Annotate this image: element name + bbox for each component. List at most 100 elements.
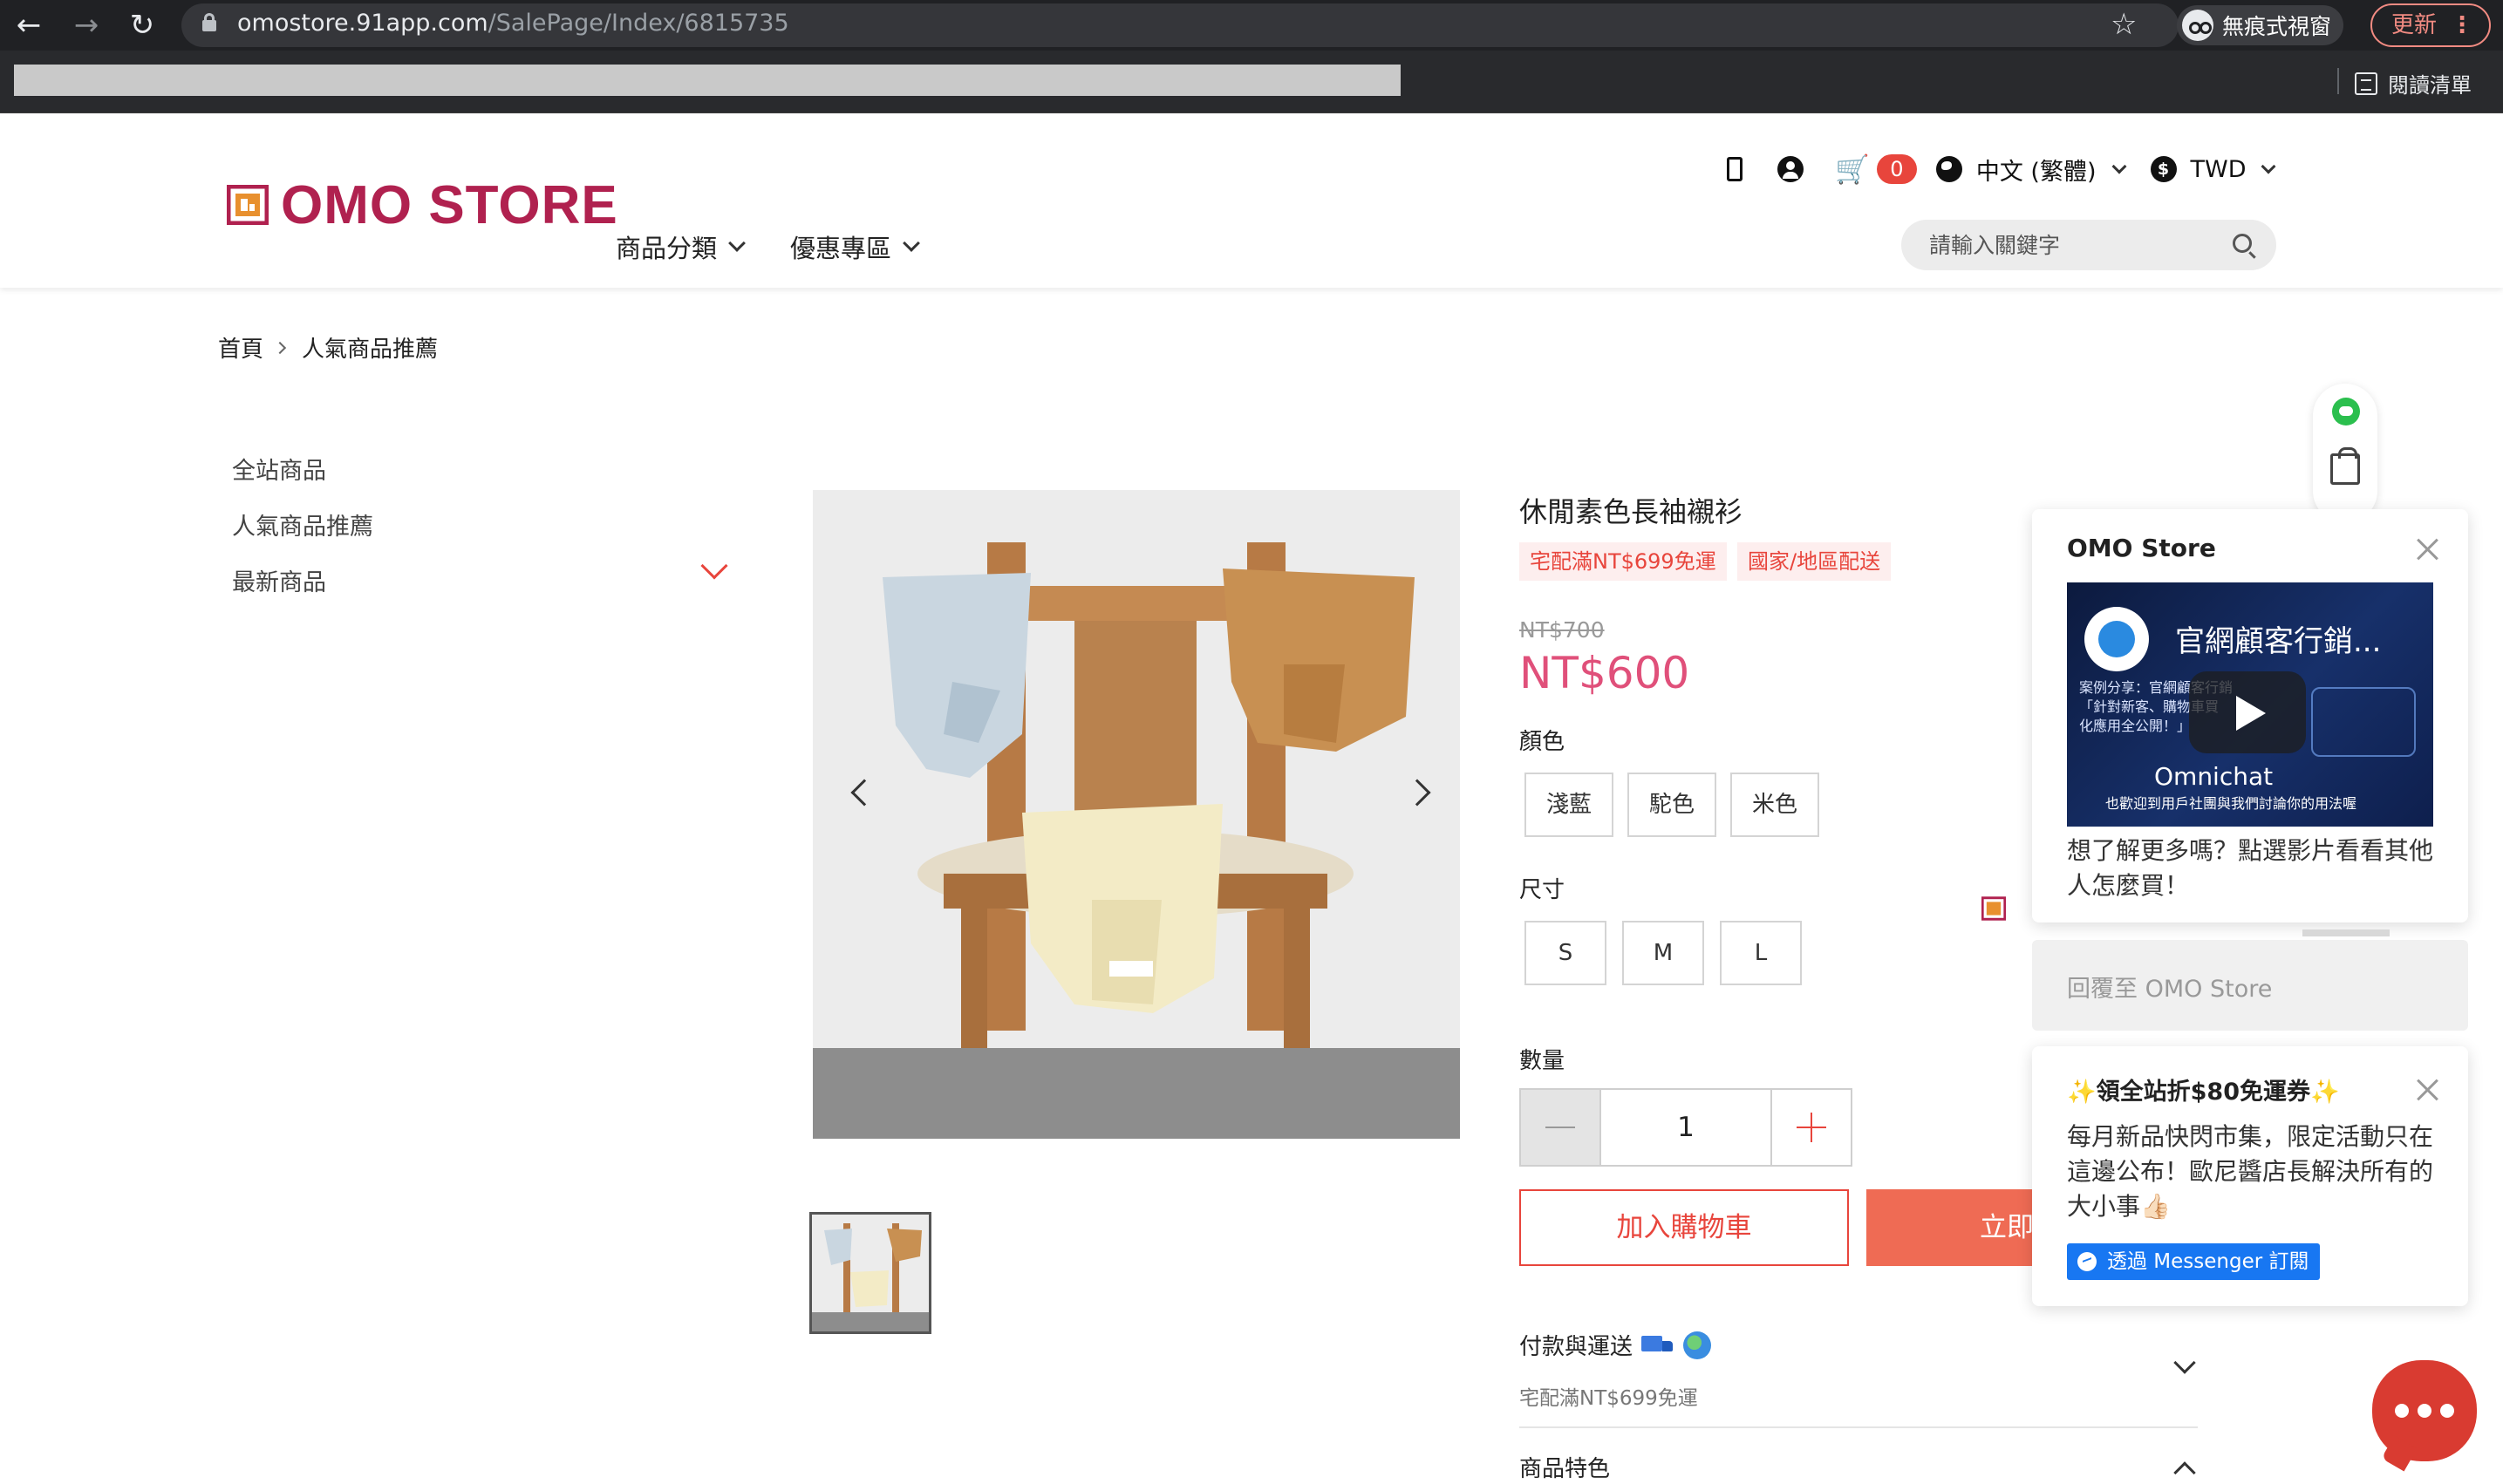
divider xyxy=(2302,929,2390,936)
incognito-label: 無痕式視窗 xyxy=(2222,14,2332,39)
product-main-image[interactable] xyxy=(813,490,1460,1139)
sidebar-item-popular[interactable]: 人氣商品推薦 xyxy=(232,507,373,541)
breadcrumb: 首頁 人氣商品推薦 xyxy=(218,331,438,364)
size-label: 尺寸 xyxy=(1519,877,1565,903)
incognito-icon xyxy=(2182,10,2213,41)
sale-price: NT$600 xyxy=(1519,648,1690,698)
divider xyxy=(2337,68,2339,94)
incognito-indicator[interactable]: 無痕式視窗 xyxy=(2177,5,2344,45)
chevron-right-icon xyxy=(273,341,287,354)
promo-title: ✨領全站折$80免運券✨ xyxy=(2067,1079,2340,1106)
store-logo-icon[interactable] xyxy=(227,185,269,225)
url-text[interactable]: omostore.91app.com/SalePage/Index/681573… xyxy=(237,8,789,39)
quantity-value[interactable]: 1 xyxy=(1599,1090,1772,1165)
chat-sender-name: OMO Store xyxy=(2067,534,2216,562)
mobile-icon[interactable] xyxy=(1727,157,1743,181)
features-title: 商品特色 xyxy=(1519,1456,1611,1482)
chevron-down-icon[interactable] xyxy=(700,552,728,580)
chevron-up-icon[interactable] xyxy=(2173,1461,2196,1484)
close-icon[interactable] xyxy=(2416,537,2438,560)
divider xyxy=(1519,1426,2198,1428)
nav-promotions-label: 優惠專區 xyxy=(790,234,892,263)
search-box xyxy=(1901,220,2276,270)
size-option-m[interactable]: M xyxy=(1622,921,1704,985)
chevron-down-icon xyxy=(903,235,920,252)
dot xyxy=(2440,1404,2454,1418)
breadcrumb-current[interactable]: 人氣商品推薦 xyxy=(302,331,438,364)
language-selector[interactable]: 中文 (繁體) xyxy=(1976,153,2097,187)
video-brand: Omnichat xyxy=(2154,762,2274,791)
store-logo-text[interactable]: OMO STORE xyxy=(281,171,618,241)
bookmark-placeholder xyxy=(14,65,1401,96)
chevron-down-icon[interactable] xyxy=(2111,159,2126,174)
chat-widget-logo-icon[interactable] xyxy=(1981,896,2006,921)
product-thumbnail[interactable] xyxy=(809,1212,931,1334)
sidebar-item-all[interactable]: 全站商品 xyxy=(232,452,326,486)
video-title: 官網顧客行銷... xyxy=(2175,624,2382,659)
currency-icon: $ xyxy=(2150,156,2177,182)
forward-icon[interactable]: → xyxy=(68,7,105,44)
product-photo xyxy=(813,490,1460,1139)
sidebar-item-new[interactable]: 最新商品 xyxy=(232,563,326,597)
region-shipping-tag[interactable]: 國家/地區配送 xyxy=(1737,542,1892,581)
nav-promotions[interactable]: 優惠專區 xyxy=(790,228,920,265)
reading-list-label: 閱讀清單 xyxy=(2388,73,2472,98)
quantity-decrease-button[interactable] xyxy=(1521,1090,1599,1165)
quantity-increase-button[interactable] xyxy=(1772,1090,1851,1165)
back-icon[interactable]: ← xyxy=(10,7,47,44)
header-utility-icons: 🛒 0 中文 (繁體) $ TWD xyxy=(1727,150,2300,188)
payment-shipping-title: 付款與運送 xyxy=(1519,1334,1633,1360)
quantity-label: 數量 xyxy=(1519,1048,1565,1074)
globe-icon[interactable] xyxy=(1935,156,1962,182)
add-to-cart-button[interactable]: 加入購物車 xyxy=(1519,1189,1849,1266)
chat-message: 想了解更多嗎？點選影片看看其他人怎麼買！ xyxy=(2067,836,2434,900)
messenger-subscribe-button[interactable]: 透過 Messenger 訂閱 xyxy=(2067,1243,2320,1280)
color-option-camel[interactable]: 駝色 xyxy=(1627,773,1716,837)
original-price: NT$700 xyxy=(1519,617,1605,643)
payment-shipping-section[interactable]: 付款與運送 xyxy=(1519,1329,1712,1361)
cart-count-badge: 0 xyxy=(1876,154,1917,184)
user-icon[interactable] xyxy=(1777,156,1804,182)
video-channel-logo xyxy=(2084,607,2149,671)
more-menu-icon[interactable]: ⋮ xyxy=(2451,5,2473,45)
product-title: 休閒素色長袖襯衫 xyxy=(1519,495,1743,528)
shipping-tag: 宅配滿NT$699免運 xyxy=(1519,542,1727,581)
payment-shipping-summary: 宅配滿NT$699免運 xyxy=(1519,1387,1698,1410)
dot xyxy=(2395,1404,2409,1418)
close-icon[interactable] xyxy=(2416,1078,2438,1100)
video-decoration xyxy=(2311,687,2416,757)
chat-launcher-button[interactable] xyxy=(2372,1360,2477,1461)
chat-video-thumbnail[interactable]: 官網顧客行銷... 案例分享：官網顧客行銷 「針對新客、購物車買 化應用全公開！… xyxy=(2067,582,2433,827)
globe-emoji-icon xyxy=(1683,1331,1712,1359)
chevron-down-icon xyxy=(728,235,746,252)
reload-icon[interactable]: ↻ xyxy=(124,7,160,44)
size-option-s[interactable]: S xyxy=(1524,921,1606,985)
line-icon[interactable] xyxy=(2332,398,2360,425)
shopping-bag-icon[interactable] xyxy=(2330,447,2360,485)
breadcrumb-home[interactable]: 首頁 xyxy=(218,331,263,364)
currency-selector[interactable]: TWD xyxy=(2191,156,2247,183)
reading-list-button[interactable]: 閱讀清單 xyxy=(2355,68,2472,99)
search-input[interactable] xyxy=(1927,228,2206,262)
nav-categories[interactable]: 商品分類 xyxy=(616,228,746,265)
color-label: 顏色 xyxy=(1519,729,1565,755)
chat-reply-placeholder[interactable]: 回覆至 OMO Store xyxy=(2067,970,2272,1004)
thumbnail-photo xyxy=(812,1215,929,1331)
video-tagline: 也歡迎到用戶社團與我們討論你的用法喔 xyxy=(2105,795,2357,812)
chevron-down-icon[interactable] xyxy=(2261,159,2276,174)
promo-message: 每月新品快閃市集，限定活動只在這邊公布！歐尼醬店長解決所有的大小事👍🏻 xyxy=(2067,1122,2434,1221)
size-option-l[interactable]: L xyxy=(1720,921,1802,985)
play-icon[interactable] xyxy=(2189,671,2306,753)
color-option-beige[interactable]: 米色 xyxy=(1730,773,1819,837)
update-button[interactable]: 更新 ⋮ xyxy=(2370,3,2491,47)
dot xyxy=(2418,1404,2431,1418)
chevron-down-icon[interactable] xyxy=(2173,1351,2196,1374)
cart-icon[interactable]: 🛒 xyxy=(1835,153,1870,186)
quantity-stepper: 1 xyxy=(1519,1088,1852,1167)
features-section[interactable]: 商品特色 xyxy=(1519,1451,1610,1483)
bookmark-star-icon[interactable]: ☆ xyxy=(2111,5,2137,44)
lock-icon xyxy=(202,13,216,31)
color-option-light-blue[interactable]: 淺藍 xyxy=(1524,773,1613,837)
nav-categories-label: 商品分類 xyxy=(616,234,718,263)
search-icon[interactable] xyxy=(2233,234,2252,253)
